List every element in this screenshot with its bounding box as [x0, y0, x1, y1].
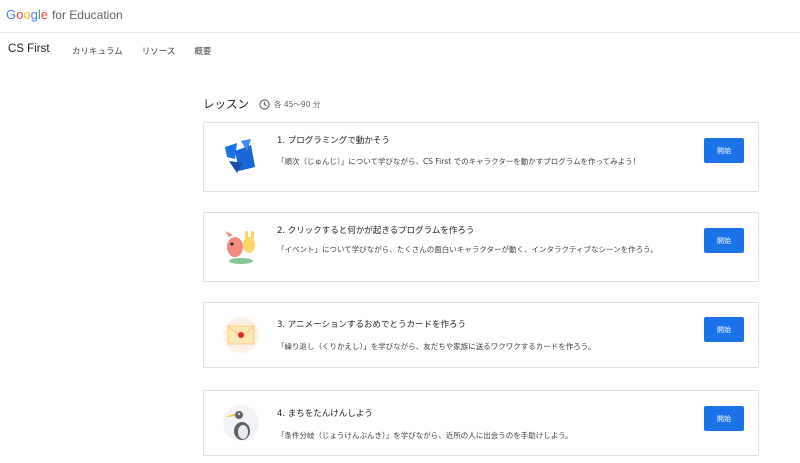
top-bar: Google for Education [0, 0, 800, 33]
bird-icon [223, 405, 259, 441]
lessons-header: レッスン 各 45〜90 分 [203, 96, 320, 112]
lesson-card: 1. プログラミングで動かそう 「順次（じゅんじ）」について学びながら、CS F… [203, 122, 759, 192]
lesson-description: 「繰り返し（くりかえし）」を学びながら、友だちや家族に送るワクワクするカードを作… [277, 342, 596, 351]
start-lesson-button[interactable]: 開始 [704, 406, 744, 431]
start-lesson-button[interactable]: 開始 [704, 317, 744, 342]
blue-shapes-icon [225, 139, 255, 173]
lesson-card: 2. クリックすると何かが起きるプログラムを作ろう 「イベント」について学びなが… [203, 212, 759, 282]
lesson-title: 2. クリックすると何かが起きるプログラムを作ろう [277, 226, 475, 236]
lesson-card: 4. まちをたんけんしよう 「条件分岐（じょうけんぶんき）」を学びながら、近所の… [203, 390, 759, 456]
clock-icon [259, 98, 270, 110]
lesson-description: 「条件分岐（じょうけんぶんき）」を学びながら、近所の人に出会うのを手助けしよう。 [277, 431, 573, 440]
nav-link-curriculum[interactable]: カリキュラム [72, 45, 123, 57]
nav-link-overview[interactable]: 概要 [194, 45, 211, 57]
lessons-duration: 各 45〜90 分 [274, 99, 321, 109]
lesson-title: 3. アニメーションするおめでとうカードを作ろう [277, 320, 466, 330]
google-for-education-logo[interactable]: Google for Education [6, 7, 123, 22]
start-lesson-button[interactable]: 開始 [704, 138, 744, 163]
envelope-icon [223, 317, 259, 353]
logo-suffix: for Education [51, 8, 123, 22]
logo-letter: e [40, 7, 48, 22]
lesson-title: 4. まちをたんけんしよう [277, 409, 373, 419]
lesson-title: 1. プログラミングで動かそう [277, 136, 390, 146]
logo-letter: o [23, 7, 31, 22]
logo-letter: G [6, 7, 17, 22]
nav-links: カリキュラム リソース 概要 [72, 45, 230, 57]
nav-link-resources[interactable]: リソース [142, 45, 176, 57]
cs-first-brand-link[interactable]: CS First [8, 43, 50, 55]
logo-letter: g [30, 7, 38, 22]
lesson-card: 3. アニメーションするおめでとうカードを作ろう 「繰り返し（くりかえし）」を学… [203, 302, 759, 368]
start-lesson-button[interactable]: 開始 [704, 228, 744, 253]
characters-icon [225, 231, 255, 264]
lesson-description: 「順次（じゅんじ）」について学びながら、CS First でのキャラクターを動か… [277, 157, 641, 166]
nav-bar: CS First カリキュラム リソース 概要 [0, 33, 800, 67]
lesson-description: 「イベント」について学びながら、たくさんの面白いキャラクターが動く、インタラクテ… [277, 245, 658, 254]
lessons-title: レッスン [203, 97, 249, 111]
